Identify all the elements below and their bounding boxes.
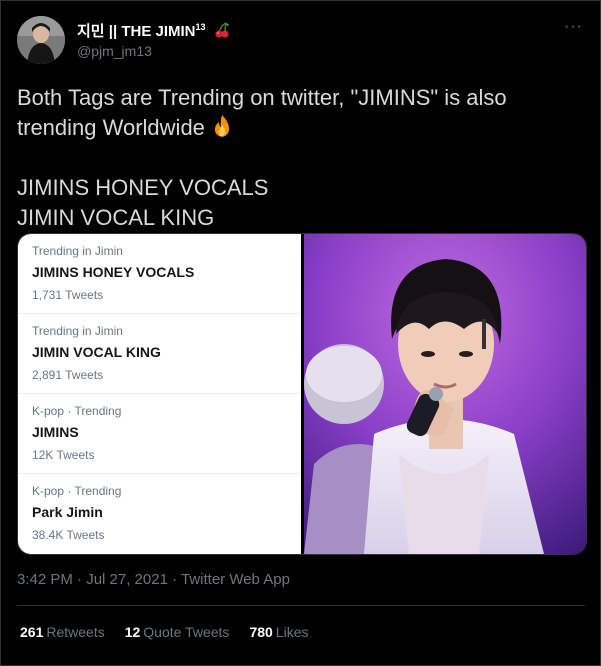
- trend-count: 38.4K Tweets: [32, 528, 105, 542]
- trend-context: Trending in Jimin: [32, 244, 123, 258]
- author-handle[interactable]: @pjm_jm13: [77, 43, 152, 59]
- trend-context: K-pop · Trending: [32, 404, 122, 418]
- likes-count: 780: [249, 624, 273, 640]
- tweet-line-2: JIMINS HONEY VOCALS: [17, 175, 269, 200]
- trend-title: JIMIN VOCAL KING: [32, 344, 161, 360]
- quotes-count: 12: [124, 624, 141, 640]
- author-display-name: 지민 || THE JIMIN: [77, 23, 196, 40]
- retweets-label: Retweets: [46, 624, 105, 640]
- trend-context: Trending in Jimin: [32, 324, 123, 338]
- author-name[interactable]: 지민 || THE JIMIN13: [77, 20, 231, 43]
- tweet-line-3: JIMIN VOCAL KING: [17, 205, 215, 230]
- divider: [17, 605, 585, 606]
- fire-icon: [209, 113, 235, 147]
- more-options-icon[interactable]: ···: [564, 18, 583, 36]
- trend-title: JIMINS HONEY VOCALS: [32, 264, 195, 280]
- trend-title: Park Jimin: [32, 504, 103, 520]
- tweet-timestamp-source[interactable]: 3:42 PM · Jul 27, 2021 · Twitter Web App: [17, 571, 290, 588]
- trend-context: K-pop · Trending: [32, 484, 122, 498]
- quotes-label: Quote Tweets: [143, 624, 230, 640]
- quote-tweets-stat[interactable]: 12 Quote Tweets: [125, 624, 230, 640]
- avatar[interactable]: [17, 16, 65, 64]
- trend-item: Trending in Jimin JIMINS HONEY VOCALS 1,…: [18, 234, 301, 314]
- trend-item: K-pop · Trending JIMINS 12K Tweets: [18, 394, 301, 474]
- cherries-icon: [213, 21, 231, 43]
- engagement-stats: 261 Retweets 12 Quote Tweets 780 Likes: [20, 624, 308, 640]
- trends-screenshot: Trending in Jimin JIMINS HONEY VOCALS 1,…: [18, 234, 301, 554]
- retweets-stat[interactable]: 261 Retweets: [20, 624, 105, 640]
- trend-item: K-pop · Trending Park Jimin 38.4K Tweets: [18, 474, 301, 554]
- author-superscript: 13: [195, 22, 206, 32]
- trend-count: 2,891 Tweets: [32, 368, 104, 382]
- trend-count: 1,731 Tweets: [32, 288, 104, 302]
- likes-stat[interactable]: 780 Likes: [249, 624, 308, 640]
- media-attachment[interactable]: Trending in Jimin JIMINS HONEY VOCALS 1,…: [17, 233, 587, 555]
- trend-item: Trending in Jimin JIMIN VOCAL KING 2,891…: [18, 314, 301, 394]
- likes-label: Likes: [275, 624, 309, 640]
- concert-photo: [304, 234, 586, 554]
- tweet-line-1: Both Tags are Trending on twitter, "JIMI…: [17, 85, 507, 140]
- retweets-count: 261: [20, 624, 44, 640]
- trend-count: 12K Tweets: [32, 448, 95, 462]
- tweet-text: Both Tags are Trending on twitter, "JIMI…: [17, 83, 577, 233]
- trend-title: JIMINS: [32, 424, 79, 440]
